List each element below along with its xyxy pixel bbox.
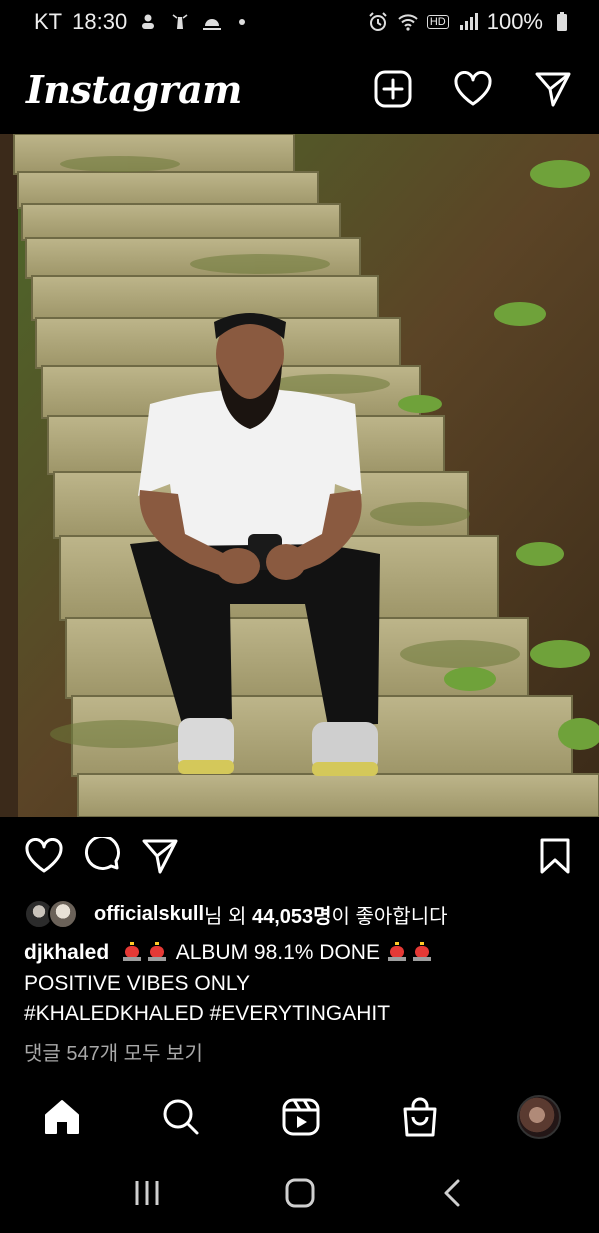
hd-badge: HD [426, 15, 449, 29]
direct-messages-button[interactable] [533, 69, 573, 109]
siren-emoji-icon [123, 942, 142, 961]
plus-square-icon [374, 70, 412, 108]
home-system-button[interactable] [275, 1168, 325, 1218]
nav-reels[interactable] [279, 1095, 323, 1139]
caption-text-1: ALBUM 98.1% DONE [175, 941, 380, 964]
liked-by-username[interactable]: officialskull [94, 903, 204, 926]
home-square-icon [285, 1178, 314, 1208]
signal-icon [459, 13, 478, 30]
weather-icon [142, 14, 155, 29]
reels-icon [282, 1098, 319, 1136]
siren-emoji-icon [148, 942, 167, 961]
nav-shop[interactable] [398, 1095, 442, 1139]
search-icon [163, 1099, 199, 1135]
system-nav-bar [0, 1160, 599, 1226]
nav-profile[interactable] [517, 1095, 561, 1139]
alarm-icon [369, 12, 387, 31]
battery-label: 100% [486, 9, 543, 34]
share-button[interactable] [138, 834, 182, 878]
post-image [0, 134, 599, 817]
siren-emoji-icon [387, 942, 406, 961]
instagram-logo[interactable]: Instagram [26, 67, 242, 112]
likes-count[interactable]: 44,053명 [252, 900, 332, 929]
lighthouse-icon [172, 14, 188, 29]
likes-connector: 님 외 [204, 905, 247, 928]
bottom-nav-bar [0, 1082, 599, 1152]
paper-plane-icon [535, 72, 571, 107]
paper-plane-icon [142, 839, 178, 874]
new-post-button[interactable] [373, 69, 413, 109]
caption-line-2: POSITIVE VIBES ONLY [24, 971, 251, 995]
post-photo[interactable] [0, 134, 599, 817]
caption-line-1: djkhaled ALBUM 98.1% DONE [24, 938, 584, 969]
profile-avatar [517, 1095, 561, 1139]
caption-username[interactable]: djkhaled [24, 941, 109, 964]
wifi-icon [398, 14, 418, 31]
likes-summary[interactable]: officialskull 님 외 44,053명 이 좋아합니다 [24, 897, 448, 931]
status-bar: KT 18:30 HD 100% [0, 0, 599, 44]
save-button[interactable] [533, 834, 577, 878]
shopping-bag-icon [403, 1097, 437, 1137]
liker-avatars [24, 899, 82, 929]
chevron-left-icon [444, 1179, 459, 1207]
time-label: 18:30 [72, 9, 128, 34]
like-button[interactable] [22, 834, 66, 878]
comment-button[interactable] [80, 834, 124, 878]
heart-icon [454, 71, 492, 106]
heart-icon [25, 838, 63, 873]
back-button[interactable] [428, 1168, 478, 1218]
home-icon [45, 1100, 79, 1134]
bookmark-icon [540, 838, 570, 874]
speech-bubble-icon [85, 837, 120, 870]
post-action-bar [0, 817, 599, 895]
notification-dot [239, 19, 246, 25]
siren-emoji-icon [412, 942, 431, 961]
view-all-comments-link[interactable]: 댓글 547개 모두 보기 [24, 1037, 203, 1066]
app-header: Instagram [0, 44, 599, 134]
post-caption: djkhaled ALBUM 98.1% DONE POSITIVE VIBES… [24, 938, 584, 1030]
likes-suffix: 이 좋아합니다 [331, 905, 448, 928]
battery-icon [557, 12, 567, 31]
caption-hashtags[interactable]: #KHALEDKHALED #EVERYTINGAHIT [24, 999, 584, 1030]
recent-apps-button[interactable] [122, 1168, 172, 1218]
sunrise-icon [203, 19, 222, 30]
recent-apps-icon [135, 1181, 158, 1205]
nav-home[interactable] [40, 1095, 84, 1139]
nav-search[interactable] [159, 1095, 203, 1139]
avatar [48, 899, 78, 929]
activity-button[interactable] [453, 69, 493, 109]
carrier-label: KT [34, 9, 63, 34]
